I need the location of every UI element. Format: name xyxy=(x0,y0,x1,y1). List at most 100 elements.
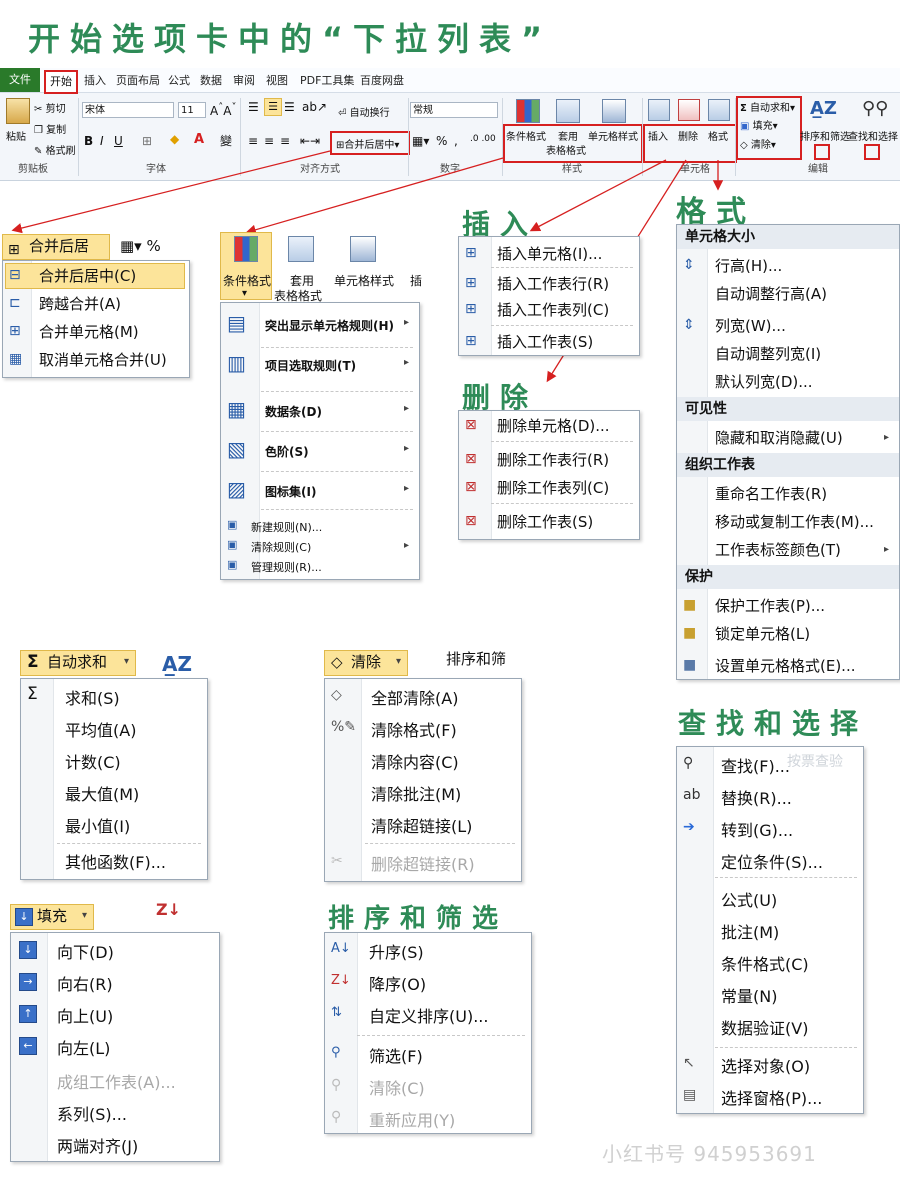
cf-menu-item[interactable]: ▦ 数据条(D) ▸ xyxy=(221,397,419,423)
fill-menu-item[interactable]: 向右(R) → xyxy=(11,971,219,995)
delete-menu-item[interactable]: ⊠ 删除工作表行(R) xyxy=(459,449,639,473)
cf-menu-small-item[interactable]: ▣ 清除规则(C) ▸ xyxy=(221,537,419,557)
menu-item-label: 保护工作表(P)... xyxy=(715,597,826,615)
merge-menu-item[interactable]: ⊟ 合并后居中(C) xyxy=(3,265,189,289)
manage-rules-icon: ▣ xyxy=(227,558,238,571)
autosum-menu-item[interactable]: 平均值(A) xyxy=(21,717,207,741)
format-menu-item[interactable]: ⇕ 列宽(W)... xyxy=(677,315,899,339)
menu-item-label: 取消单元格合并(U) xyxy=(39,351,167,369)
find-menu-item[interactable]: 条件格式(C) xyxy=(677,951,863,975)
sort-menu-item[interactable]: A↓ 升序(S) xyxy=(325,939,531,963)
sort-descending-icon: Z↓ xyxy=(331,973,351,988)
format-menu-item[interactable]: 重命名工作表(R) xyxy=(677,483,899,507)
delete-menu-item[interactable]: ⊠ 删除单元格(D)... xyxy=(459,415,639,439)
fill-menu-item[interactable]: 向上(U) ↑ xyxy=(11,1003,219,1027)
format-menu-item[interactable]: ■ 保护工作表(P)... xyxy=(677,595,899,619)
find-menu-item[interactable]: 常量(N) xyxy=(677,983,863,1007)
clear-menu-item[interactable]: 清除批注(M) xyxy=(325,781,521,805)
find-menu-item[interactable]: 定位条件(S)... xyxy=(677,849,863,873)
find-menu-item[interactable]: ab 替换(R)... xyxy=(677,785,863,809)
autosum-menu-item[interactable]: 最大值(M) xyxy=(21,781,207,805)
sort-az-icon-fragment: A̲Z xyxy=(162,652,192,676)
find-menu-item[interactable]: ↖ 选择对象(O) xyxy=(677,1053,863,1077)
format-menu-item[interactable]: 工作表标签颜色(T) ▸ xyxy=(677,539,899,563)
insert-sheet-icon: ⊞ xyxy=(465,333,477,349)
menu-item-label: 锁定单元格(L) xyxy=(715,625,811,643)
cf-menu-item[interactable]: ▥ 项目选取规则(T) ▸ xyxy=(221,351,419,377)
autosum-menu-item[interactable]: 其他函数(F)... xyxy=(21,849,207,873)
menu-item-label: 重命名工作表(R) xyxy=(715,485,828,503)
sort-menu-item[interactable]: ⚲ 筛选(F) xyxy=(325,1043,531,1067)
format-menu-item[interactable]: 移动或复制工作表(M)... xyxy=(677,511,899,535)
insert-menu-item[interactable]: ⊞ 插入单元格(I)... xyxy=(459,243,639,267)
autosum-dropdown-button[interactable]: Σ 自动求和 ▾ xyxy=(20,650,136,676)
menu-item-label: 系列(S)... xyxy=(57,1105,127,1124)
fill-dropdown-button[interactable]: ↓ 填充 ▾ xyxy=(10,904,94,930)
custom-sort-icon: ⇅ xyxy=(331,1005,342,1020)
cf-menu-item[interactable]: ▨ 图标集(I) ▸ xyxy=(221,477,419,503)
menu-item-label: 插入工作表列(C) xyxy=(497,301,610,319)
menu-item-label: 项目选取规则(T) xyxy=(265,359,357,373)
clear-dropdown-label: 清除 xyxy=(351,653,382,671)
fill-menu-item[interactable]: 向下(D) ↓ xyxy=(11,939,219,963)
delete-menu-item[interactable]: ⊠ 删除工作表列(C) xyxy=(459,477,639,501)
clear-menu-item[interactable]: %✎ 清除格式(F) xyxy=(325,717,521,741)
menu-item-label: 合并后居中(C) xyxy=(39,267,137,285)
find-menu-item[interactable]: ▤ 选择窗格(P)... xyxy=(677,1085,863,1109)
clear-menu: ◇ 全部清除(A) %✎ 清除格式(F) 清除内容(C) 清除批注(M) 清除超链接(L) ✂… xyxy=(324,678,522,882)
clear-menu-item[interactable]: 清除内容(C) xyxy=(325,749,521,773)
autosum-menu-item[interactable]: 最小值(I) xyxy=(21,813,207,837)
format-menu-item[interactable]: 隐藏和取消隐藏(U) ▸ xyxy=(677,427,899,451)
clear-menu-item[interactable]: 清除超链接(L) xyxy=(325,813,521,837)
cf-menu-small-item[interactable]: ▣ 管理规则(R)... xyxy=(221,557,419,577)
find-menu-item[interactable]: ⚲ 查找(F)... xyxy=(677,753,863,777)
find-menu-item[interactable]: 批注(M) xyxy=(677,919,863,943)
format-menu-item[interactable]: 自动调整列宽(I) xyxy=(677,343,899,367)
insert-menu-item[interactable]: ⊞ 插入工作表(S) xyxy=(459,331,639,355)
fill-menu: 向下(D) ↓ 向右(R) → 向上(U) ↑ 向左(L) ← 成组工作表(A)... 系列(S)… xyxy=(10,932,220,1162)
menu-separator xyxy=(261,391,413,392)
cell-styles-label[interactable]: 单元格样式 xyxy=(334,272,394,289)
format-menu-item[interactable]: ⇕ 行高(H)... xyxy=(677,255,899,279)
sort-section-title: 排序和筛选 xyxy=(328,904,509,934)
fill-menu-item[interactable]: 系列(S)... xyxy=(11,1101,219,1125)
format-menu-item[interactable]: 默认列宽(D)... xyxy=(677,371,899,395)
selection-pane-icon: ▤ xyxy=(683,1087,697,1103)
delete-menu-item[interactable]: ⊠ 删除工作表(S) xyxy=(459,511,639,535)
sort-ascending-icon: A↓ xyxy=(331,941,351,956)
merge-menu-item[interactable]: ▦ 取消单元格合并(U) xyxy=(3,349,189,373)
menu-item-label: 平均值(A) xyxy=(65,721,137,740)
merge-menu-item[interactable]: ⊏ 跨越合并(A) xyxy=(3,293,189,317)
cf-menu-small-item[interactable]: ▣ 新建规则(N)... xyxy=(221,517,419,537)
fill-menu-item[interactable]: 向左(L) ← xyxy=(11,1035,219,1059)
cf-menu-item[interactable]: ▤ 突出显示单元格规则(H) ▸ xyxy=(221,311,419,337)
fill-menu-item[interactable]: 两端对齐(J) xyxy=(11,1133,219,1157)
insert-menu-item[interactable]: ⊞ 插入工作表列(C) xyxy=(459,299,639,323)
submenu-arrow-icon: ▸ xyxy=(883,432,889,443)
merge-center-dropdown-button[interactable]: ⊞ 合并后居中 ▾ xyxy=(2,234,110,277)
format-menu-item[interactable]: ■ 锁定单元格(L) xyxy=(677,623,899,647)
autosum-menu-item[interactable]: 计数(C) xyxy=(21,749,207,773)
find-menu-item[interactable]: 公式(U) xyxy=(677,887,863,911)
sort-menu-item[interactable]: Z↓ 降序(O) xyxy=(325,971,531,995)
chevron-down-icon: ▾ xyxy=(242,288,248,299)
cf-menu-item[interactable]: ▧ 色阶(S) ▸ xyxy=(221,437,419,463)
format-menu-item[interactable]: ■ 设置单元格格式(E)... xyxy=(677,655,899,679)
find-menu-item[interactable]: 数据验证(V) xyxy=(677,1015,863,1039)
format-menu-item[interactable]: 自动调整行高(A) xyxy=(677,283,899,307)
merge-menu-item[interactable]: ⊞ 合并单元格(M) xyxy=(3,321,189,345)
menu-item-label: 清除批注(M) xyxy=(371,785,462,804)
autosum-menu-item[interactable]: Σ 求和(S) xyxy=(21,684,207,709)
menu-item-label: 默认列宽(D)... xyxy=(715,373,813,391)
menu-item-label: 查找(F)... xyxy=(721,757,790,776)
menu-item-label: 数据验证(V) xyxy=(721,1019,809,1038)
find-menu-item[interactable]: ➔ 转到(G)... xyxy=(677,817,863,841)
menu-separator xyxy=(261,509,413,510)
merge-center-icon: ⊟ xyxy=(9,267,21,283)
sort-menu-item[interactable]: ⇅ 自定义排序(U)... xyxy=(325,1003,531,1027)
menu-item-label: 选择对象(O) xyxy=(721,1057,811,1076)
insert-menu-item[interactable]: ⊞ 插入工作表行(R) xyxy=(459,273,639,297)
clear-menu-item[interactable]: ◇ 全部清除(A) xyxy=(325,685,521,709)
clear-dropdown-button[interactable]: ◇ 清除 ▾ xyxy=(324,650,408,676)
binoculars-icon: ⚲ xyxy=(683,755,694,771)
